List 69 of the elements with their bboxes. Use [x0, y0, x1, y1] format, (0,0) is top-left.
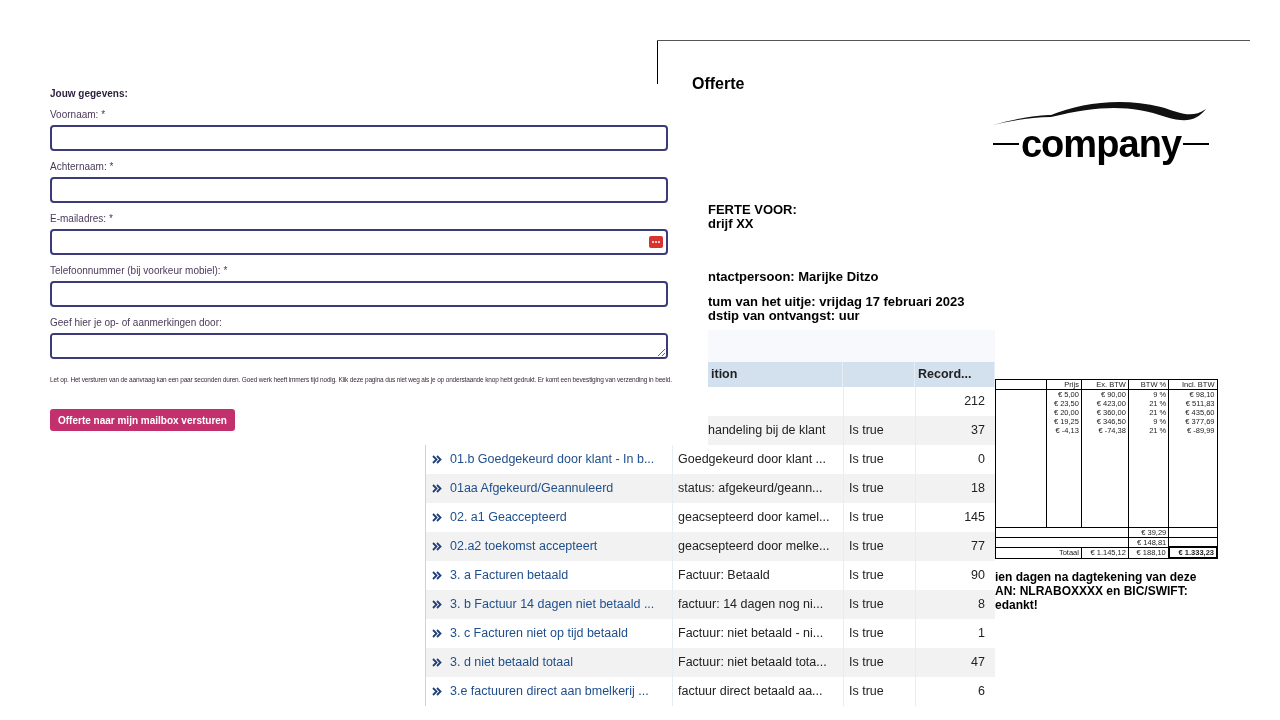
submit-button[interactable]: Offerte naar mijn mailbox versturen [50, 409, 235, 431]
table-cell-text: Is true [849, 683, 884, 701]
table-cell-text: 47 [971, 654, 985, 672]
table-cell-text: Is true [849, 596, 884, 614]
table-cell-text: 212 [964, 393, 985, 411]
field-label: E-mailadres: * [50, 212, 114, 226]
table-cell-text: 145 [964, 509, 985, 527]
table-cell-text: Is true [849, 422, 884, 440]
report-link[interactable]: 3. a Facturen betaald [447, 561, 673, 590]
double-chevron-icon[interactable] [431, 513, 442, 522]
input-field[interactable] [50, 229, 668, 255]
table-cell-text: Is true [849, 509, 884, 527]
column-header: Record... [915, 362, 995, 387]
double-chevron-icon[interactable] [431, 687, 442, 696]
table-cell-text: Is true [849, 480, 884, 498]
document-text: tum van het uitje: vrijdag 17 februari 2023 [708, 295, 965, 309]
input-field[interactable] [50, 177, 668, 203]
field-label: Voornaam: * [50, 108, 107, 122]
input-field[interactable] [50, 125, 668, 151]
double-chevron-icon[interactable] [431, 629, 442, 638]
document-text: dstip van ontvangst: uur [708, 309, 860, 323]
report-link[interactable]: 02.a2 toekomst accepteert [447, 532, 673, 561]
report-link[interactable]: 01.b Goedgekeurd door klant - In b... [447, 445, 673, 474]
table-cell-text: 6 [978, 683, 985, 701]
table-cell-text: 0 [978, 451, 985, 469]
table-cell-text: Is true [849, 654, 884, 672]
dots-icon[interactable] [649, 236, 663, 248]
double-chevron-icon[interactable] [431, 600, 442, 609]
double-chevron-icon[interactable] [431, 484, 442, 493]
table-cell-text: 37 [971, 422, 985, 440]
report-link[interactable]: 01aa Afgekeurd/Geannuleerd [447, 474, 673, 503]
table-cell-text: Is true [849, 451, 884, 469]
double-chevron-icon[interactable] [431, 455, 442, 464]
comments-field[interactable] [50, 333, 668, 359]
table-cell: factuur: 14 dagen nog ni... [673, 590, 843, 619]
table-cell-text: 1 [978, 625, 985, 643]
payment-text: ien dagen na dagtekening van deze [995, 570, 1197, 584]
table-cell: Factuur: niet betaald tota... [673, 648, 843, 677]
document-text: ntactpersoon: Marijke Ditzo [708, 270, 880, 284]
input-field[interactable] [50, 281, 668, 307]
double-chevron-icon[interactable] [431, 571, 442, 580]
table-cell-text: Is true [849, 567, 884, 585]
field-label: Achternaam: * [50, 160, 115, 174]
double-chevron-icon[interactable] [431, 542, 442, 551]
payment-text: edankt! [995, 598, 1039, 612]
document-title: Offerte [692, 75, 745, 93]
table-cell-text: 77 [971, 538, 985, 556]
document-text: FERTE VOOR: [708, 203, 798, 217]
report-link[interactable]: 02. a1 Geaccepteerd [447, 503, 673, 532]
payment-text: AN: NLRABOXXXX en BIC/SWIFT: [995, 584, 1189, 598]
report-link[interactable]: 3. d niet betaald totaal [447, 648, 673, 677]
form-heading: Jouw gegevens: [50, 88, 129, 100]
table-cell-text: 90 [971, 567, 985, 585]
report-link[interactable]: 3.e factuuren direct aan bmelkerij ... [447, 677, 673, 706]
table-cell-text: 8 [978, 596, 985, 614]
logo-text: company [1020, 125, 1182, 163]
table-cell-text: Is true [849, 538, 884, 556]
field-label: Telefoonnummer (bij voorkeur mobiel): * [50, 264, 229, 278]
table-cell: status: afgekeurd/geann... [673, 474, 843, 503]
table-cell: geacsepteerd door melke... [673, 532, 843, 561]
table-cell-text: handeling bij de klant [708, 422, 826, 440]
table-cell-text: 18 [971, 480, 985, 498]
report-link[interactable]: 3. c Facturen niet op tijd betaald [447, 619, 673, 648]
report-link[interactable]: 3. b Factuur 14 dagen niet betaald ... [447, 590, 673, 619]
document-text: drijf XX [708, 217, 755, 231]
table-cell-text: Is true [849, 625, 884, 643]
double-chevron-icon[interactable] [431, 658, 442, 667]
column-header: ition [708, 362, 843, 387]
field-label: Geef hier je op- of aanmerkingen door: [50, 316, 223, 330]
